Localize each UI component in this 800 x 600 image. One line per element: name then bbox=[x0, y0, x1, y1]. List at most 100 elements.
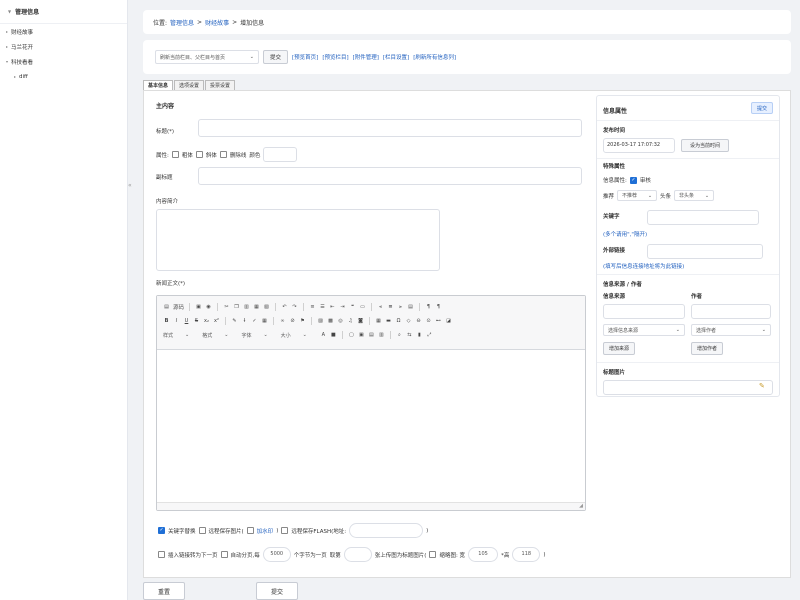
video-icon[interactable]: ◎ bbox=[337, 318, 344, 325]
justify-icon[interactable]: ▤ bbox=[407, 304, 414, 311]
link-icon[interactable]: ∞ bbox=[279, 318, 286, 325]
smiley-icon[interactable]: ◇ bbox=[405, 318, 412, 325]
rich-text-editor[interactable]: ▤ 源码 ▣ ◉ ✂ ❐ ▥ ▦ ▧ ↶ ↷ ≡ ☰ ⇤ ⇥ ❝ ▭ ⫷ ≣ ⫸… bbox=[156, 295, 586, 511]
breadcrumb-manage-info[interactable]: 管理信息 bbox=[170, 18, 194, 27]
template-icon[interactable]: ▦ bbox=[261, 318, 268, 325]
strikethrough-icon[interactable]: S bbox=[193, 318, 200, 325]
numbered-list-icon[interactable]: ≡ bbox=[309, 304, 316, 311]
sidebar-item-diff[interactable]: ▸ diff bbox=[0, 69, 127, 84]
remote-save-image-checkbox[interactable] bbox=[198, 527, 206, 534]
show-blocks-icon[interactable]: ▣ bbox=[358, 332, 365, 339]
watermark-checkbox[interactable] bbox=[246, 527, 254, 534]
reset-button[interactable]: 重置 bbox=[143, 582, 185, 600]
author-input[interactable] bbox=[691, 304, 771, 319]
italic-icon[interactable]: I bbox=[173, 318, 180, 325]
special-char-icon[interactable]: Ω bbox=[395, 318, 402, 325]
align-left-icon[interactable]: ⫷ bbox=[377, 304, 384, 311]
color-input[interactable] bbox=[263, 147, 298, 162]
pubtime-input[interactable]: 2026-03-17 17:07:32 bbox=[603, 138, 675, 153]
add-source-button[interactable]: 增加来源 bbox=[603, 342, 635, 355]
source-icon[interactable]: ▤ bbox=[163, 304, 170, 311]
upload-folder-icon[interactable]: ✎ bbox=[759, 382, 765, 390]
replace-icon[interactable]: ⇆ bbox=[406, 332, 413, 339]
side-submit-button[interactable]: 提交 bbox=[750, 102, 773, 114]
paste-text-icon[interactable]: ▦ bbox=[253, 304, 260, 311]
font-size-dropdown[interactable]: 大小 ⌄ bbox=[281, 332, 307, 339]
add-author-button[interactable]: 增加作者 bbox=[691, 342, 723, 355]
unlink-icon[interactable]: ⊘ bbox=[289, 318, 296, 325]
remove-format-icon[interactable]: Ɨ bbox=[241, 318, 248, 325]
title-input[interactable] bbox=[198, 119, 582, 137]
attachment-manage-link[interactable]: [附件管理] bbox=[353, 53, 379, 61]
indent-icon[interactable]: ⇥ bbox=[339, 304, 346, 311]
image-icon[interactable]: ▨ bbox=[317, 318, 324, 325]
headline-select[interactable]: 非头条 ⌄ bbox=[674, 190, 715, 201]
page-chars-input[interactable]: 5000 bbox=[262, 547, 291, 562]
thumb-width-input[interactable]: 105 bbox=[468, 547, 499, 562]
auto-pagination-checkbox[interactable] bbox=[220, 551, 228, 558]
outdent-icon[interactable]: ⇤ bbox=[329, 304, 336, 311]
thumb-height-input[interactable]: 118 bbox=[512, 547, 541, 562]
div-icon[interactable]: ▭ bbox=[359, 304, 366, 311]
save-icon[interactable]: ▣ bbox=[195, 304, 202, 311]
quote-icon[interactable]: ◪ bbox=[445, 318, 452, 325]
page-break-icon[interactable]: ⊖ bbox=[415, 318, 422, 325]
subscript-icon[interactable]: x₂ bbox=[203, 318, 210, 325]
redo-icon[interactable]: ↷ bbox=[291, 304, 298, 311]
bold-icon[interactable]: B bbox=[163, 318, 170, 325]
refresh-all-lists-link[interactable]: [刷新所有信息列] bbox=[413, 53, 456, 61]
paste-plain-icon[interactable]: ▥ bbox=[378, 332, 385, 339]
remote-save-flash-checkbox[interactable] bbox=[281, 527, 289, 534]
strike-checkbox[interactable] bbox=[219, 151, 227, 158]
text-color-icon[interactable]: A bbox=[320, 332, 327, 339]
nth-image-input[interactable] bbox=[343, 547, 372, 562]
audio-icon[interactable]: ♫ bbox=[347, 318, 354, 325]
about-icon[interactable]: ▮ bbox=[416, 332, 423, 339]
submit-button[interactable]: 提交 bbox=[256, 582, 298, 600]
thumbnail-checkbox[interactable] bbox=[429, 551, 437, 558]
tab-vote[interactable]: 投票设置 bbox=[205, 80, 236, 90]
link-next-page-checkbox[interactable] bbox=[158, 551, 165, 558]
code-icon[interactable]: ⊷ bbox=[435, 318, 442, 325]
blockquote-icon[interactable]: ❝ bbox=[349, 304, 356, 311]
bg-color-icon[interactable]: ■ bbox=[330, 332, 337, 339]
column-settings-link[interactable]: [栏目设置] bbox=[383, 53, 409, 61]
rtl-icon[interactable]: ¶ bbox=[435, 304, 442, 311]
editor-content-area[interactable] bbox=[157, 350, 585, 502]
paste-word-icon[interactable]: ▧ bbox=[263, 304, 270, 311]
source-select[interactable]: 选择信息来源 ⌄ bbox=[603, 324, 685, 336]
table-icon[interactable]: ▦ bbox=[375, 318, 382, 325]
resize-grip-icon[interactable]: ◢ bbox=[579, 503, 583, 509]
refresh-scope-select[interactable]: 刷新当前栏目、父栏目与首页 ⌄ bbox=[155, 50, 259, 64]
audit-checkbox[interactable] bbox=[629, 176, 637, 184]
iframe-icon[interactable]: ⊙ bbox=[425, 318, 432, 325]
horizontal-rule-icon[interactable]: ▬ bbox=[385, 318, 392, 325]
subtitle-input[interactable] bbox=[198, 167, 582, 185]
select-all-icon[interactable]: ▤ bbox=[368, 332, 375, 339]
external-link-input[interactable] bbox=[647, 244, 763, 259]
summary-textarea[interactable] bbox=[156, 209, 440, 271]
source-button-label[interactable]: 源码 bbox=[173, 303, 184, 311]
ltr-icon[interactable]: ¶ bbox=[425, 304, 432, 311]
preview-column-link[interactable]: [预览栏目] bbox=[322, 53, 348, 61]
tab-options[interactable]: 选项设置 bbox=[174, 80, 205, 90]
undo-icon[interactable]: ↶ bbox=[281, 304, 288, 311]
paste-icon[interactable]: ▥ bbox=[243, 304, 250, 311]
font-family-dropdown[interactable]: 字体 ⌄ bbox=[241, 332, 267, 339]
preview-icon[interactable]: ◉ bbox=[205, 304, 212, 311]
anchor-icon[interactable]: ⚑ bbox=[299, 318, 306, 325]
sidebar-item-malan[interactable]: ▸ 马兰花开 bbox=[0, 39, 127, 54]
italic-checkbox[interactable] bbox=[195, 151, 203, 158]
copy-icon[interactable]: ❐ bbox=[233, 304, 240, 311]
fullscreen-icon[interactable]: ⤢ bbox=[426, 332, 433, 339]
bold-checkbox[interactable] bbox=[171, 151, 179, 158]
align-right-icon[interactable]: ⫸ bbox=[397, 304, 404, 311]
format-painter-icon[interactable]: ✎ bbox=[231, 318, 238, 325]
file-icon[interactable]: ◙ bbox=[357, 318, 364, 325]
flash-address-input[interactable] bbox=[349, 523, 424, 538]
format-dropdown[interactable]: 格式 ⌄ bbox=[202, 332, 228, 339]
bulleted-list-icon[interactable]: ☰ bbox=[319, 304, 326, 311]
keyword-replace-checkbox[interactable] bbox=[158, 527, 165, 534]
spellcheck-icon[interactable]: ✓ bbox=[251, 318, 258, 325]
sidebar-item-tech[interactable]: ▾ 科技看看 bbox=[0, 54, 127, 69]
